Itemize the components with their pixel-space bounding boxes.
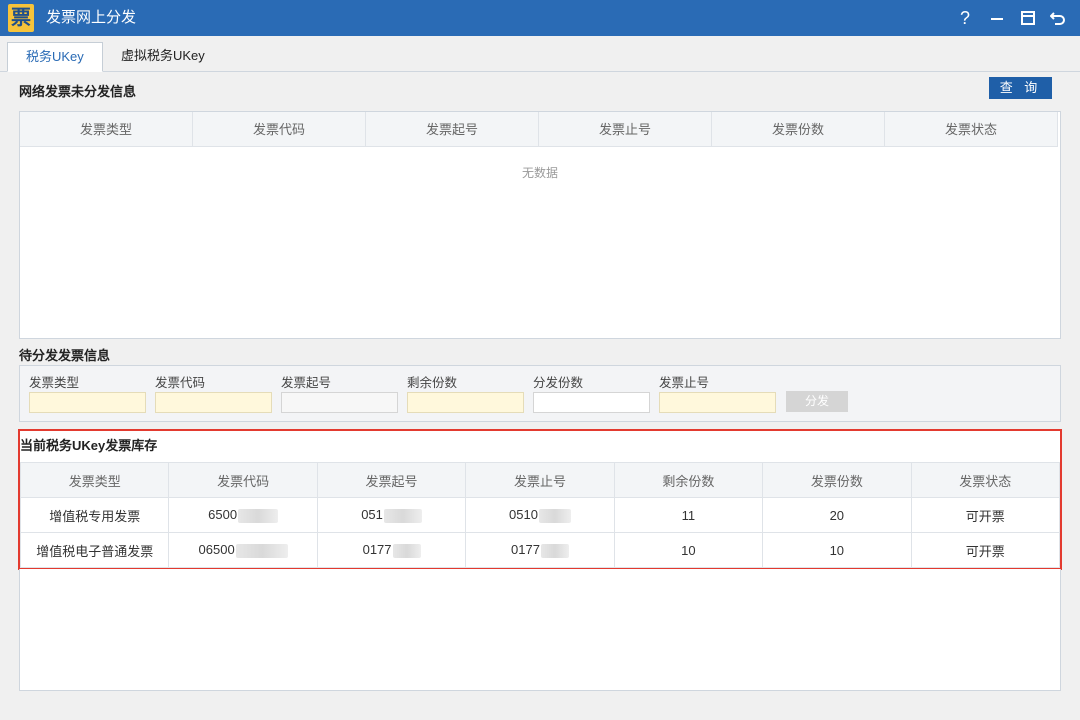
inventory-table: 发票类型 发票代码 发票起号 发票止号 剩余份数 发票份数 发票状态 增值税专用… bbox=[19, 462, 1061, 568]
invoice-code-field[interactable] bbox=[155, 392, 272, 413]
column-header[interactable]: 发票代码 bbox=[193, 112, 366, 147]
invoice-code-value: 6500 bbox=[208, 507, 238, 523]
column-header[interactable]: 发票份数 bbox=[712, 112, 885, 147]
redacted-mask bbox=[538, 508, 571, 523]
total-count-cell: 10 bbox=[762, 532, 912, 568]
distribute-count-label: 分发份数 bbox=[533, 376, 584, 390]
column-header[interactable]: 发票止号 bbox=[539, 112, 712, 147]
distribute-count-field[interactable] bbox=[533, 392, 650, 413]
column-header[interactable]: 剩余份数 bbox=[613, 462, 764, 498]
invoice-code-cell: 06500 bbox=[168, 532, 318, 568]
invoice-type-cell: 增值税电子普通发票 bbox=[19, 532, 170, 568]
column-header[interactable]: 发票状态 bbox=[910, 462, 1061, 498]
column-header[interactable]: 发票代码 bbox=[168, 462, 318, 498]
end-number-value: 0510 bbox=[509, 507, 538, 523]
invoice-code-value: 06500 bbox=[198, 542, 235, 558]
column-header[interactable]: 发票类型 bbox=[19, 462, 170, 498]
tab-bar: 税务UKey 虚拟税务UKey bbox=[0, 36, 1080, 72]
end-number-value: 0177 bbox=[511, 542, 540, 558]
empty-state: 无数据 bbox=[521, 166, 558, 180]
column-header[interactable]: 发票起号 bbox=[366, 112, 539, 147]
distribute-button[interactable]: 分发 bbox=[786, 391, 848, 412]
minimize-icon[interactable] bbox=[983, 0, 1011, 36]
invoice-code-label: 发票代码 bbox=[155, 376, 206, 390]
status-cell: 可开票 bbox=[910, 497, 1061, 533]
status-cell: 可开票 bbox=[910, 532, 1061, 568]
table-row[interactable]: 增值税专用发票 6500 051 0510 11 20 可开票 bbox=[19, 497, 1061, 533]
start-number-label: 发票起号 bbox=[281, 376, 332, 390]
app-logo: 票 bbox=[8, 4, 34, 32]
end-number-cell: 0177 bbox=[465, 532, 615, 568]
invoice-type-cell: 增值税专用发票 bbox=[19, 497, 170, 533]
remaining-count-label: 剩余份数 bbox=[407, 376, 458, 390]
tab-ukey[interactable]: 税务UKey bbox=[7, 42, 103, 72]
column-header[interactable]: 发票状态 bbox=[885, 112, 1058, 147]
invoice-code-cell: 6500 bbox=[168, 497, 318, 533]
column-header[interactable]: 发票类型 bbox=[20, 112, 193, 147]
end-number-cell: 0510 bbox=[465, 497, 615, 533]
column-header[interactable]: 发票止号 bbox=[465, 462, 615, 498]
distribute-form: 发票类型 发票代码 发票起号 剩余份数 分发份数 发票止号 分发 bbox=[19, 365, 1061, 422]
redacted-mask bbox=[235, 543, 288, 558]
restore-icon[interactable] bbox=[1014, 0, 1042, 36]
redacted-mask bbox=[392, 543, 421, 558]
inventory-header-row: 发票类型 发票代码 发票起号 发票止号 剩余份数 发票份数 发票状态 bbox=[19, 462, 1061, 498]
title-bar: 票 发票网上分发 ? bbox=[0, 0, 1080, 36]
redacted-mask bbox=[383, 508, 422, 523]
column-header[interactable]: 发票起号 bbox=[316, 462, 467, 498]
end-number-label: 发票止号 bbox=[659, 376, 710, 390]
inventory-empty-area bbox=[19, 569, 1061, 691]
invoice-type-label: 发票类型 bbox=[29, 376, 80, 390]
to-distribute-title: 待分发发票信息 bbox=[19, 348, 111, 363]
start-number-cell: 051 bbox=[316, 497, 467, 533]
column-header[interactable]: 发票份数 bbox=[762, 462, 912, 498]
query-button[interactable]: 查 询 bbox=[989, 77, 1052, 99]
online-pending-title: 网络发票未分发信息 bbox=[19, 84, 137, 99]
remaining-count-field[interactable] bbox=[407, 392, 524, 413]
start-number-field[interactable] bbox=[281, 392, 398, 413]
back-icon[interactable] bbox=[1044, 0, 1072, 36]
start-number-cell: 0177 bbox=[316, 532, 467, 568]
end-number-field[interactable] bbox=[659, 392, 776, 413]
start-number-value: 0177 bbox=[362, 542, 392, 558]
tab-virtual-ukey[interactable]: 虚拟税务UKey bbox=[103, 42, 223, 72]
invoice-type-field[interactable] bbox=[29, 392, 146, 413]
help-icon[interactable]: ? bbox=[951, 0, 979, 36]
online-pending-grid: 发票类型 发票代码 发票起号 发票止号 发票份数 发票状态 无数据 bbox=[19, 111, 1061, 339]
remaining-count-cell: 11 bbox=[613, 497, 764, 533]
app-title: 发票网上分发 bbox=[46, 9, 137, 26]
start-number-value: 051 bbox=[361, 507, 383, 523]
remaining-count-cell: 10 bbox=[613, 532, 764, 568]
redacted-mask bbox=[238, 508, 279, 523]
online-pending-header: 发票类型 发票代码 发票起号 发票止号 发票份数 发票状态 bbox=[20, 112, 1058, 147]
inventory-title: 当前税务UKey发票库存 bbox=[20, 438, 158, 453]
total-count-cell: 20 bbox=[762, 497, 912, 533]
table-row[interactable]: 增值税电子普通发票 06500 0177 0177 10 10 可开票 bbox=[19, 532, 1061, 568]
inventory-section: 当前税务UKey发票库存 发票类型 发票代码 发票起号 发票止号 剩余份数 发票… bbox=[18, 429, 1062, 570]
redacted-mask bbox=[540, 543, 569, 558]
